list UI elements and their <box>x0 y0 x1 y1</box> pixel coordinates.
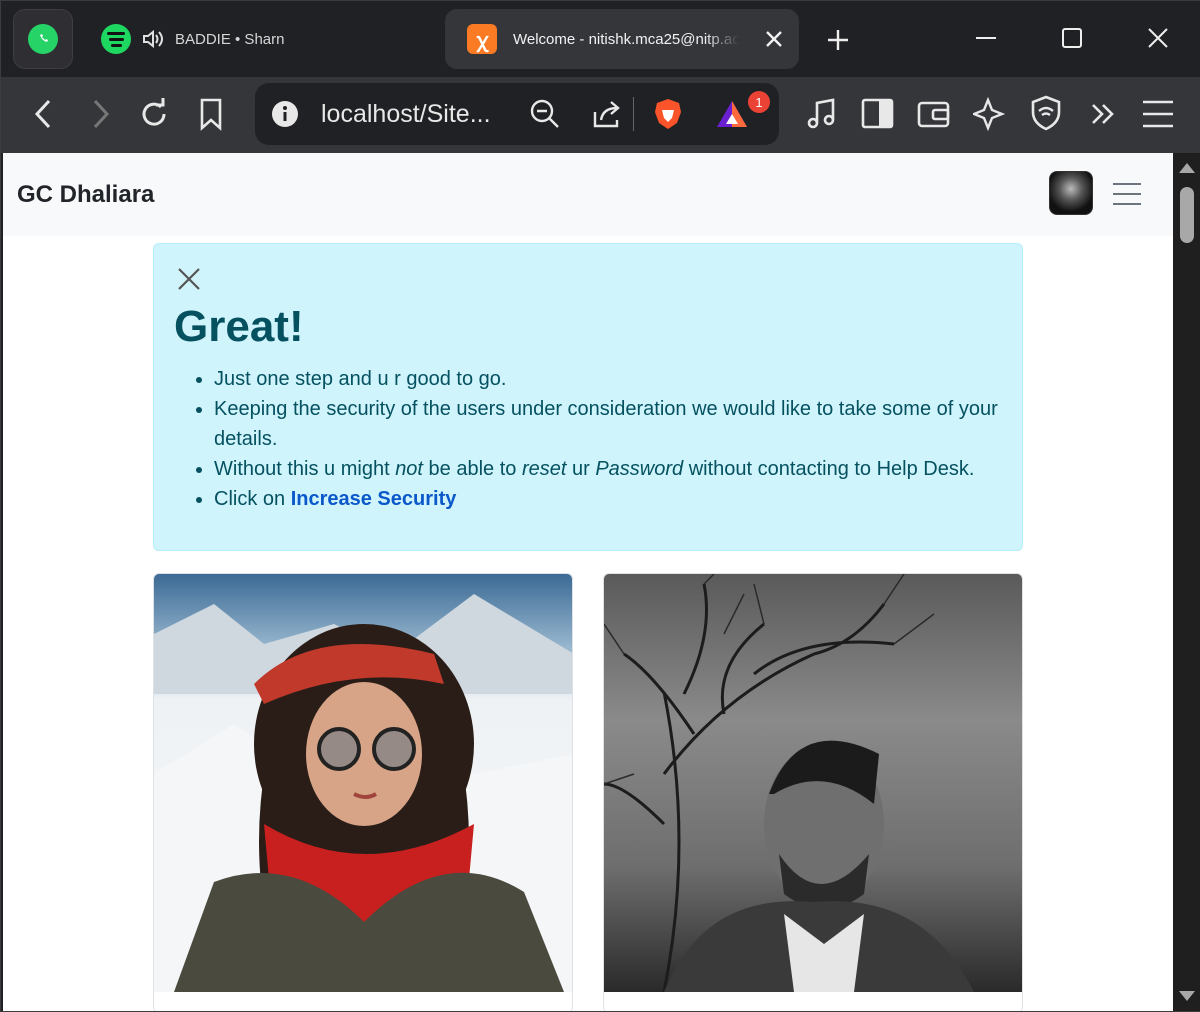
vpn-icon[interactable] <box>1029 95 1063 131</box>
brave-shields-icon[interactable] <box>652 97 684 131</box>
info-alert: Great! Just one step and u r good to go.… <box>153 243 1023 551</box>
navbar: GC Dhaliara <box>3 153 1173 236</box>
alert-heading: Great! <box>174 302 304 351</box>
forward-icon[interactable] <box>85 97 115 131</box>
speaker-icon[interactable] <box>141 28 165 50</box>
tab-title: Welcome - nitishk.mca25@nitp.ac <box>513 30 739 48</box>
minimize-icon[interactable] <box>971 23 1001 53</box>
address-bar[interactable]: localhost/Site... <box>255 83 779 145</box>
avatar[interactable] <box>1049 171 1093 215</box>
spotify-icon <box>101 24 131 54</box>
back-icon[interactable] <box>29 97 59 131</box>
list-item: Without this u might not be able to rese… <box>214 454 1014 484</box>
menu-icon[interactable] <box>1141 97 1175 131</box>
music-icon[interactable] <box>805 97 839 131</box>
card-image <box>604 574 1022 993</box>
card-image <box>154 574 572 992</box>
extensions-overflow-icon[interactable] <box>1087 97 1121 131</box>
reload-icon[interactable] <box>137 97 171 131</box>
zoom-icon[interactable] <box>529 98 561 130</box>
leo-ai-icon[interactable] <box>973 97 1007 131</box>
plus-icon[interactable] <box>823 25 853 55</box>
alert-list: Just one step and u r good to go. Keepin… <box>214 364 1014 514</box>
tab-strip: BADDIE • Sharn ꭓ Welcome - nitishk.mca25… <box>1 1 1200 77</box>
bookmark-icon[interactable] <box>197 97 227 131</box>
close-window-icon[interactable] <box>1143 23 1173 53</box>
media-title: BADDIE • Sharn <box>175 30 285 48</box>
photo-card[interactable] <box>153 573 573 1011</box>
media-tab[interactable]: BADDIE • Sharn <box>101 21 284 57</box>
scroll-up-icon[interactable] <box>1179 161 1195 173</box>
share-icon[interactable] <box>591 98 623 130</box>
close-tab-icon[interactable] <box>765 30 783 48</box>
brave-rewards-icon[interactable] <box>714 98 750 130</box>
list-item: Click on Increase Security <box>214 484 1014 514</box>
increase-security-link[interactable]: Increase Security <box>291 488 457 510</box>
scrollbar[interactable] <box>1173 153 1200 1011</box>
browser-window: BADDIE • Sharn ꭓ Welcome - nitishk.mca25… <box>0 0 1200 1012</box>
wallet-icon[interactable] <box>917 97 951 131</box>
info-icon[interactable] <box>271 100 299 128</box>
url-text[interactable]: localhost/Site... <box>321 100 501 129</box>
scrollbar-thumb[interactable] <box>1180 187 1194 243</box>
sidebar-icon[interactable] <box>861 97 895 131</box>
rewards-badge: 1 <box>748 91 770 113</box>
maximize-icon[interactable] <box>1057 23 1087 53</box>
list-item: Keeping the security of the users under … <box>214 394 1014 454</box>
xampp-icon: ꭓ <box>467 24 497 54</box>
photo-card[interactable] <box>603 573 1023 1011</box>
pinned-tab-whatsapp[interactable] <box>13 9 73 69</box>
close-icon[interactable] <box>176 266 202 292</box>
navbar-toggler[interactable] <box>1113 183 1141 205</box>
list-item: Just one step and u r good to go. <box>214 364 1014 394</box>
scroll-down-icon[interactable] <box>1179 991 1195 1003</box>
whatsapp-icon <box>28 24 58 54</box>
tab-active[interactable]: ꭓ Welcome - nitishk.mca25@nitp.ac <box>445 9 799 69</box>
page-viewport: GC Dhaliara Great! Just one step and u r… <box>3 153 1173 1011</box>
brand-title[interactable]: GC Dhaliara <box>17 181 154 209</box>
